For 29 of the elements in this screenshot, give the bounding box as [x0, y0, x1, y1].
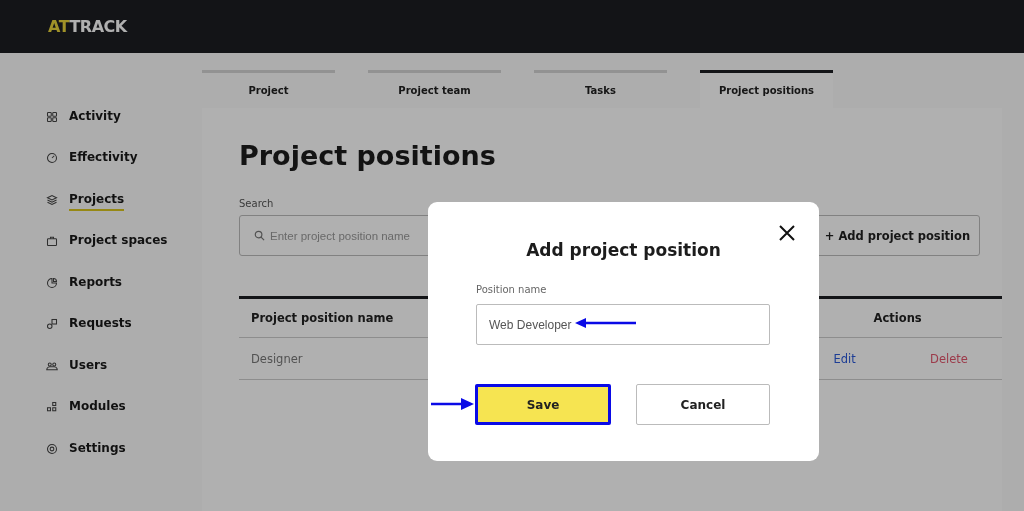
close-icon[interactable]	[779, 225, 795, 241]
layers-icon	[46, 193, 58, 206]
sidebar-item[interactable]: Modules	[69, 396, 126, 419]
annotation-arrow	[575, 318, 636, 328]
sidebar-item[interactable]: Activity	[69, 105, 121, 128]
search-icon	[254, 230, 265, 241]
sidebar-item[interactable]: Project spaces	[69, 230, 168, 253]
gauge-icon	[46, 152, 58, 165]
annotation-arrow	[431, 398, 474, 410]
blocks-icon	[46, 401, 58, 414]
grid-icon	[46, 110, 58, 123]
input-field[interactable]: Web Developer	[476, 304, 770, 345]
sidebar-item[interactable]: Effectivity	[69, 147, 138, 170]
sidebar-item[interactable]: Requests	[69, 313, 132, 336]
sidebar-item[interactable]: Reports	[69, 271, 122, 294]
edit-link[interactable]: Edit	[833, 351, 856, 366]
page-title: Project positions	[239, 140, 497, 173]
users-icon	[46, 359, 58, 372]
cancel-button[interactable]: Cancel	[636, 384, 770, 425]
pie-chart-icon	[46, 276, 58, 289]
logo: ATTRACK	[48, 17, 127, 36]
save-button[interactable]: Save	[475, 384, 611, 425]
sidebar-item[interactable]: Settings	[69, 437, 126, 460]
field-label: Position name	[476, 284, 547, 295]
sidebar-item[interactable]: Projects	[69, 188, 125, 211]
sidebar-item[interactable]: Users	[69, 354, 108, 377]
settings-icon	[46, 442, 58, 455]
search-label: Search	[239, 198, 274, 209]
briefcase-icon	[46, 235, 58, 248]
